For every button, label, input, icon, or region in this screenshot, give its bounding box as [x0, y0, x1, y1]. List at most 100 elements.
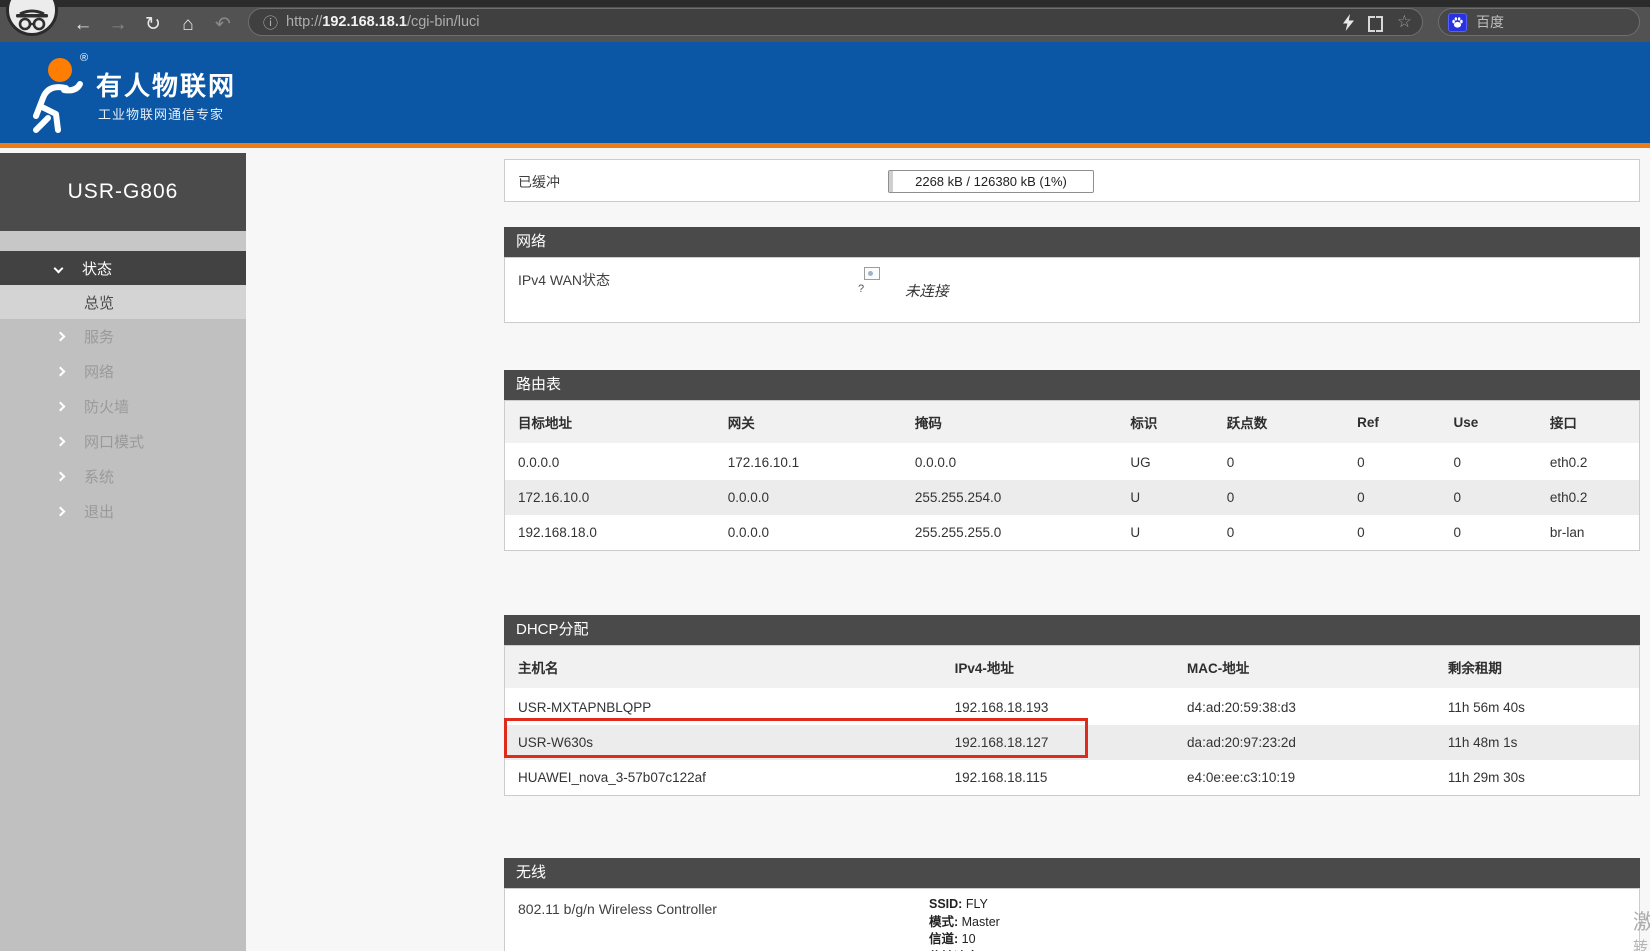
cell: 172.16.10.0 — [505, 480, 715, 515]
wireless-panel: 802.11 b/g/n Wireless Controller SSID: F… — [504, 888, 1640, 951]
cell: 0 — [1214, 515, 1344, 550]
cell: 0 — [1214, 444, 1344, 480]
url-text: http://192.168.18.1/cgi-bin/luci — [286, 14, 479, 30]
wireless-controller-label: 802.11 b/g/n Wireless Controller — [518, 901, 717, 917]
url-scheme: http:// — [286, 14, 322, 30]
table-row: USR-MXTAPNBLQPP 192.168.18.193 d4:ad:20:… — [505, 689, 1639, 725]
col-header: 接口 — [1537, 401, 1639, 444]
cell-ip: 192.168.18.193 — [942, 689, 1174, 725]
window-top-strip — [0, 0, 1650, 7]
progress-value: 2268 kB / 126380 kB (1%) — [889, 174, 1093, 189]
chevron-right-icon — [56, 332, 66, 342]
sidebar-item-logout[interactable]: 退出 — [0, 494, 246, 529]
table-row: 172.16.10.0 0.0.0.0 255.255.254.0 U 0 0 … — [505, 480, 1639, 515]
col-header: Ref — [1344, 401, 1440, 444]
sidebar-item-label: 网口模式 — [84, 431, 144, 452]
wan-status-label: IPv4 WAN状态 — [518, 270, 610, 290]
wireless-info: SSID: FLY 模式: Master 信道: 10 传输速率: 150 Mb… — [929, 896, 1044, 951]
undo-icon[interactable]: ↶ — [210, 12, 236, 38]
sidebar-item-services[interactable]: 服务 — [0, 319, 246, 354]
back-icon[interactable]: ← — [70, 12, 96, 38]
cell: 0 — [1344, 480, 1440, 515]
memory-buffered-row: 已缓冲 2268 kB / 126380 kB (1%) — [504, 159, 1640, 202]
broken-image-mark: ? — [858, 283, 896, 295]
section-header-dhcp: DHCP分配 — [504, 615, 1640, 645]
cell-mac: da:ad:20:97:23:2d — [1174, 725, 1435, 760]
cell: 172.16.10.1 — [715, 444, 902, 480]
dhcp-panel: 主机名 IPv4-地址 MAC-地址 剩余租期 USR-MXTAPNBLQPP … — [504, 645, 1640, 796]
url-host: 192.168.18.1 — [322, 14, 407, 30]
incognito-profile-icon[interactable] — [6, 0, 58, 36]
cell-lease: 11h 48m 1s — [1435, 725, 1639, 760]
sidebar-item-label: 总览 — [0, 292, 114, 313]
sidebar-spacer — [0, 231, 246, 251]
sidebar-item-port-mode[interactable]: 网口模式 — [0, 424, 246, 459]
brand-banner: ® 有人物联网 工业物联网通信专家 — [0, 42, 1650, 148]
cell: eth0.2 — [1537, 480, 1639, 515]
site-info-icon[interactable]: ⓘ — [263, 12, 278, 33]
wifi-ssid-line: SSID: FLY — [929, 896, 1044, 914]
sidebar-item-label: 网络 — [84, 361, 114, 382]
sidebar-item-label: 防火墙 — [84, 396, 129, 417]
routes-header-row: 目标地址 网关 掩码 标识 跃点数 Ref Use 接口 — [505, 401, 1639, 444]
wifi-value: FLY — [962, 897, 987, 911]
sidebar-item-label: 退出 — [84, 501, 114, 522]
sidebar-item-overview[interactable]: 总览 — [0, 285, 246, 319]
col-header: 掩码 — [902, 401, 1117, 444]
address-bar[interactable]: ⓘ http://192.168.18.1/cgi-bin/luci ☆ — [248, 8, 1423, 36]
chevron-right-icon — [56, 437, 66, 447]
broken-image-icon: ? — [856, 267, 896, 295]
brand-name: 有人物联网 — [96, 66, 236, 103]
cell-hostname: USR-MXTAPNBLQPP — [505, 689, 942, 725]
wifi-value: 10 — [958, 932, 975, 946]
search-engine-label: 百度 — [1476, 12, 1504, 32]
wifi-value: Master — [958, 915, 1000, 929]
table-row: HUAWEI_nova_3-57b07c122af 192.168.18.115… — [505, 760, 1639, 795]
registered-mark: ® — [80, 52, 88, 64]
sidebar-item-network[interactable]: 网络 — [0, 354, 246, 389]
cell-lease: 11h 29m 30s — [1435, 760, 1639, 795]
cell-mac: e4:0e:ee:c3:10:19 — [1174, 760, 1435, 795]
cell: 0.0.0.0 — [505, 444, 715, 480]
routes-panel: 目标地址 网关 掩码 标识 跃点数 Ref Use 接口 0.0.0.0 172… — [504, 400, 1640, 551]
baidu-search-box[interactable]: 百度 — [1438, 8, 1640, 36]
cell: 0 — [1344, 515, 1440, 550]
cell: UG — [1117, 444, 1213, 480]
cell-ip: 192.168.18.127 — [942, 725, 1174, 760]
buffered-label: 已缓冲 — [518, 172, 560, 192]
sidebar-item-status[interactable]: 状态 — [0, 251, 246, 285]
cell: 192.168.18.0 — [505, 515, 715, 550]
reload-icon[interactable]: ↻ — [140, 12, 166, 38]
home-icon[interactable]: ⌂ — [175, 12, 201, 38]
col-header: Use — [1441, 401, 1537, 444]
buffered-progress-bar: 2268 kB / 126380 kB (1%) — [888, 170, 1094, 193]
lightning-icon[interactable] — [1343, 14, 1354, 31]
wifi-key: SSID: — [929, 897, 962, 911]
sidebar-item-firewall[interactable]: 防火墙 — [0, 389, 246, 424]
wifi-key: 模式: — [929, 915, 958, 929]
cell: 0.0.0.0 — [902, 444, 1117, 480]
browser-toolbar: ← → ↻ ⌂ ↶ ☆ ⓘ http://192.168.18.1/cgi-bi… — [0, 0, 1650, 42]
col-header: IPv4-地址 — [942, 646, 1174, 689]
section-header-routes: 路由表 — [504, 370, 1640, 400]
device-title: USR-G806 — [0, 153, 246, 231]
cell: 255.255.255.0 — [902, 515, 1117, 550]
routes-table: 目标地址 网关 掩码 标识 跃点数 Ref Use 接口 0.0.0.0 172… — [505, 401, 1639, 550]
sidebar-item-system[interactable]: 系统 — [0, 459, 246, 494]
table-row: 0.0.0.0 172.16.10.1 0.0.0.0 UG 0 0 0 eth… — [505, 444, 1639, 480]
usr-logo — [26, 54, 92, 139]
favorite-star-icon[interactable]: ☆ — [1397, 12, 1412, 32]
forward-icon[interactable]: → — [105, 12, 131, 38]
chevron-right-icon — [56, 472, 66, 482]
chevron-right-icon — [56, 402, 66, 412]
sidebar: USR-G806 状态 总览 服务 网络 防火墙 网口模式 系统 退出 — [0, 153, 246, 951]
baidu-logo-icon — [1448, 13, 1467, 32]
col-header: MAC-地址 — [1174, 646, 1435, 689]
dhcp-table: 主机名 IPv4-地址 MAC-地址 剩余租期 USR-MXTAPNBLQPP … — [505, 646, 1639, 795]
section-header-wireless: 无线 — [504, 858, 1640, 888]
brand-slogan: 工业物联网通信专家 — [98, 104, 224, 123]
cell-lease: 11h 56m 40s — [1435, 689, 1639, 725]
col-header: 主机名 — [505, 646, 942, 689]
screenshot-icon[interactable] — [1368, 16, 1383, 28]
wifi-key: 信道: — [929, 932, 958, 946]
